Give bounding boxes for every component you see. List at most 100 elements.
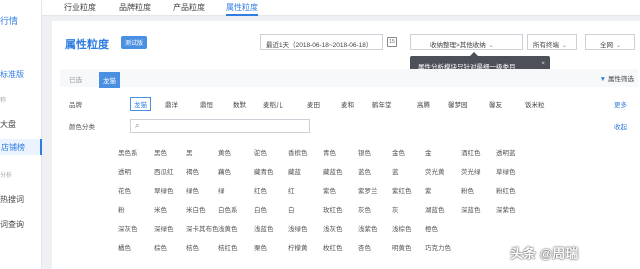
- color-option[interactable]: 紫罗兰: [358, 185, 378, 195]
- sidebar-item-analysis[interactable]: 分析: [0, 170, 12, 179]
- color-option[interactable]: 透明: [118, 166, 131, 176]
- color-option[interactable]: 粉红色: [496, 185, 516, 195]
- color-option[interactable]: 浅紫色: [358, 223, 378, 233]
- color-option[interactable]: 浅蓝色: [254, 223, 274, 233]
- color-option[interactable]: 杏色: [358, 242, 371, 252]
- color-option[interactable]: 橙色: [425, 223, 438, 233]
- color-option[interactable]: 浅棕色: [392, 223, 412, 233]
- color-option[interactable]: 银色: [358, 147, 371, 157]
- color-option[interactable]: 青色: [323, 147, 336, 157]
- color-option[interactable]: 绿色: [186, 185, 199, 195]
- color-option[interactable]: 荧光黄: [425, 166, 445, 176]
- color-option[interactable]: 深紫色: [496, 204, 516, 214]
- color-option[interactable]: 藏青色: [254, 166, 274, 176]
- sidebar-item-0[interactable]: 称: [0, 95, 6, 104]
- color-option[interactable]: 黑: [186, 147, 193, 157]
- brand-option[interactable]: 饭米粒: [525, 99, 545, 109]
- color-option[interactable]: 玫红色: [323, 204, 343, 214]
- color-option[interactable]: 透明蓝: [496, 147, 516, 157]
- brand-option[interactable]: 馨梦园: [448, 99, 468, 109]
- color-option[interactable]: 草绿色: [496, 166, 516, 176]
- color-option[interactable]: 浅绿色: [288, 223, 308, 233]
- color-option[interactable]: 紫色: [323, 185, 336, 195]
- brand-option[interactable]: 麦稻儿: [263, 99, 283, 109]
- color-option[interactable]: 栗色: [254, 242, 267, 252]
- color-option[interactable]: 金色: [392, 147, 405, 157]
- color-option[interactable]: 黄色: [218, 147, 231, 157]
- sidebar-item-hot-search[interactable]: 热搜词: [0, 194, 24, 205]
- color-search-input[interactable]: ⌕: [130, 119, 310, 133]
- color-option[interactable]: 粉色: [461, 185, 474, 195]
- calendar-icon[interactable]: 15: [387, 37, 397, 47]
- color-option[interactable]: 灰: [392, 204, 399, 214]
- color-option[interactable]: 白色: [254, 204, 267, 214]
- brand-option[interactable]: 麦田: [307, 99, 320, 109]
- color-option[interactable]: 蓝色: [358, 166, 371, 176]
- color-option[interactable]: 香槟色: [288, 147, 308, 157]
- brand-option[interactable]: 鼎恒: [200, 99, 213, 109]
- more-link[interactable]: 更多: [614, 99, 627, 109]
- color-option[interactable]: 深卡其布色: [186, 223, 219, 233]
- color-option[interactable]: 绿: [218, 185, 225, 195]
- tab-attribute[interactable]: 属性粒度: [226, 2, 258, 16]
- brand-option[interactable]: 龙猫: [130, 97, 151, 111]
- color-option[interactable]: 红: [288, 185, 295, 195]
- color-option[interactable]: 湖蓝色: [425, 204, 445, 214]
- color-option[interactable]: 深蓝色: [461, 204, 481, 214]
- color-option[interactable]: 褐色: [186, 166, 199, 176]
- category-select[interactable]: 收纳整理>其他收纳 ⌄: [410, 34, 523, 50]
- color-option[interactable]: 棕色: [154, 242, 167, 252]
- color-option[interactable]: 巧克力色: [425, 242, 451, 252]
- collapse-link[interactable]: 收起: [614, 121, 627, 131]
- sidebar-item-shop-rank[interactable]: 店铺榜: [0, 139, 42, 155]
- brand-option[interactable]: 高腾: [417, 99, 430, 109]
- terminal-select[interactable]: 所有终端 ⌄: [527, 34, 577, 50]
- color-option[interactable]: 藕色: [218, 166, 231, 176]
- color-option[interactable]: 粉: [118, 204, 125, 214]
- color-option[interactable]: 明黄色: [392, 242, 412, 252]
- close-icon[interactable]: ×: [541, 60, 545, 67]
- color-option[interactable]: 枚红色: [323, 242, 343, 252]
- color-option[interactable]: 翠绿色: [154, 185, 174, 195]
- color-option[interactable]: 桔红色: [218, 242, 238, 252]
- color-option[interactable]: 黑色: [154, 147, 167, 157]
- brand-option[interactable]: 数默: [233, 99, 246, 109]
- brand-option[interactable]: 鼎洋: [165, 99, 178, 109]
- tab-brand[interactable]: 品牌粒度: [119, 2, 151, 13]
- color-option[interactable]: 浅灰色: [323, 223, 343, 233]
- color-option[interactable]: 橘色: [118, 242, 131, 252]
- brand-option[interactable]: 鹤年堂: [372, 99, 392, 109]
- color-option[interactable]: 紫: [425, 185, 432, 195]
- color-option[interactable]: 紫红色: [392, 185, 412, 195]
- color-option[interactable]: 酒红色: [461, 147, 481, 157]
- color-option[interactable]: 荧光绿: [461, 166, 481, 176]
- color-option[interactable]: 深灰色: [118, 223, 138, 233]
- color-option[interactable]: 深绿色: [154, 223, 174, 233]
- date-range-picker[interactable]: 最近1天（2018-06-18~2018-06-18）: [260, 34, 383, 50]
- attribute-filter-button[interactable]: ▼ 属性筛选: [600, 73, 634, 83]
- color-option[interactable]: 花色: [118, 185, 131, 195]
- sidebar-item-word-query[interactable]: 词查询: [0, 219, 24, 230]
- color-option[interactable]: 桔色: [186, 242, 199, 252]
- color-option[interactable]: 灰色: [358, 204, 371, 214]
- tab-product[interactable]: 产品粒度: [173, 2, 205, 13]
- color-option[interactable]: 白: [288, 204, 295, 214]
- color-option[interactable]: 黑色系: [118, 147, 138, 157]
- color-option[interactable]: 米色: [154, 204, 167, 214]
- color-option[interactable]: 白色系: [218, 204, 238, 214]
- color-option[interactable]: 米白色: [186, 204, 206, 214]
- network-select[interactable]: 全网 ⌄: [585, 34, 635, 50]
- brand-option[interactable]: 馨友: [489, 99, 502, 109]
- color-option[interactable]: 藏蓝: [288, 166, 301, 176]
- color-option[interactable]: 驼色: [254, 147, 267, 157]
- color-option[interactable]: 藏蓝色: [323, 166, 343, 176]
- color-option[interactable]: 浅黄色: [218, 223, 238, 233]
- color-option[interactable]: 西瓜红: [154, 166, 174, 176]
- selected-chip[interactable]: 龙猫: [99, 72, 120, 88]
- color-option[interactable]: 金: [425, 147, 432, 157]
- color-option[interactable]: 红色: [254, 185, 267, 195]
- tab-industry[interactable]: 行业粒度: [64, 2, 96, 13]
- brand-option[interactable]: 麦和: [341, 99, 354, 109]
- sidebar-item-market[interactable]: 大盘: [0, 119, 16, 130]
- color-option[interactable]: 柠檬黄: [288, 242, 308, 252]
